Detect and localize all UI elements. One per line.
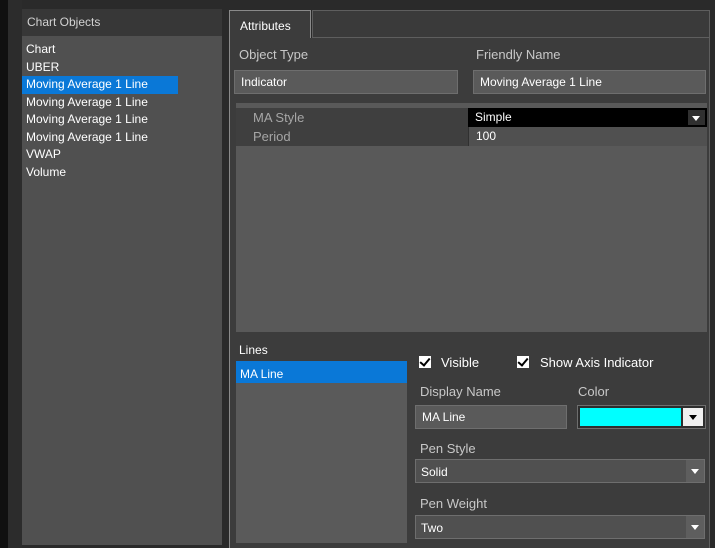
window-frame xyxy=(0,0,8,548)
period-label: Period xyxy=(253,129,291,144)
list-item-volume[interactable]: Volume xyxy=(22,164,222,182)
color-swatch xyxy=(580,408,681,426)
pen-weight-label: Pen Weight xyxy=(420,496,487,511)
chevron-down-icon[interactable] xyxy=(686,460,704,482)
visible-checkbox[interactable] xyxy=(419,356,431,368)
ma-style-label: MA Style xyxy=(253,110,305,125)
chart-objects-panel: Chart Objects Chart UBER Moving Average … xyxy=(22,9,222,545)
friendly-name-label: Friendly Name xyxy=(476,47,561,62)
pen-style-value: Solid xyxy=(421,465,448,479)
tab-attributes[interactable]: Attributes xyxy=(229,10,311,39)
show-axis-indicator-checkbox[interactable] xyxy=(517,356,529,368)
pen-weight-dropdown[interactable]: Two xyxy=(415,515,705,539)
color-label: Color xyxy=(578,384,610,399)
list-item-moving-average[interactable]: Moving Average 1 Line xyxy=(22,129,222,147)
pen-style-dropdown[interactable]: Solid xyxy=(415,459,705,483)
chevron-down-icon[interactable] xyxy=(686,516,704,538)
property-grid: MA Style Simple Period 100 xyxy=(236,103,707,332)
pen-style-label: Pen Style xyxy=(420,441,476,456)
object-type-label: Object Type xyxy=(239,47,309,62)
show-axis-indicator-label: Show Axis Indicator xyxy=(540,355,654,370)
lines-item-ma-line[interactable]: MA Line xyxy=(236,361,407,383)
list-item-moving-average[interactable]: Moving Average 1 Line xyxy=(22,94,222,112)
visible-label: Visible xyxy=(441,355,480,370)
chevron-down-icon[interactable] xyxy=(683,408,703,426)
list-item-uber[interactable]: UBER xyxy=(22,59,222,77)
object-type-field: Indicator xyxy=(234,70,458,94)
list-item-vwap[interactable]: VWAP xyxy=(22,146,222,164)
display-name-input[interactable]: MA Line xyxy=(415,405,567,429)
property-row-period: Period 100 xyxy=(236,127,707,146)
chart-objects-header: Chart Objects xyxy=(22,9,222,36)
ma-style-dropdown[interactable]: Simple xyxy=(468,108,707,127)
pen-weight-value: Two xyxy=(421,521,444,535)
period-input[interactable]: 100 xyxy=(468,127,707,146)
list-item-chart[interactable]: Chart xyxy=(22,41,222,59)
display-name-label: Display Name xyxy=(420,384,501,399)
property-row-ma-style: MA Style Simple xyxy=(236,108,707,127)
tab-strip xyxy=(312,10,710,38)
chart-objects-list[interactable]: Chart UBER Moving Average 1 Line Moving … xyxy=(22,36,222,181)
ma-style-value: Simple xyxy=(475,110,512,124)
list-item-moving-average[interactable]: Moving Average 1 Line xyxy=(22,111,222,129)
chevron-down-icon[interactable] xyxy=(688,110,705,125)
color-picker[interactable] xyxy=(577,405,706,429)
lines-list[interactable]: MA Line xyxy=(236,361,407,543)
lines-label: Lines xyxy=(239,343,268,357)
window-margin xyxy=(8,0,22,548)
friendly-name-input[interactable]: Moving Average 1 Line xyxy=(473,70,706,94)
list-item-moving-average-selected[interactable]: Moving Average 1 Line xyxy=(22,76,178,94)
